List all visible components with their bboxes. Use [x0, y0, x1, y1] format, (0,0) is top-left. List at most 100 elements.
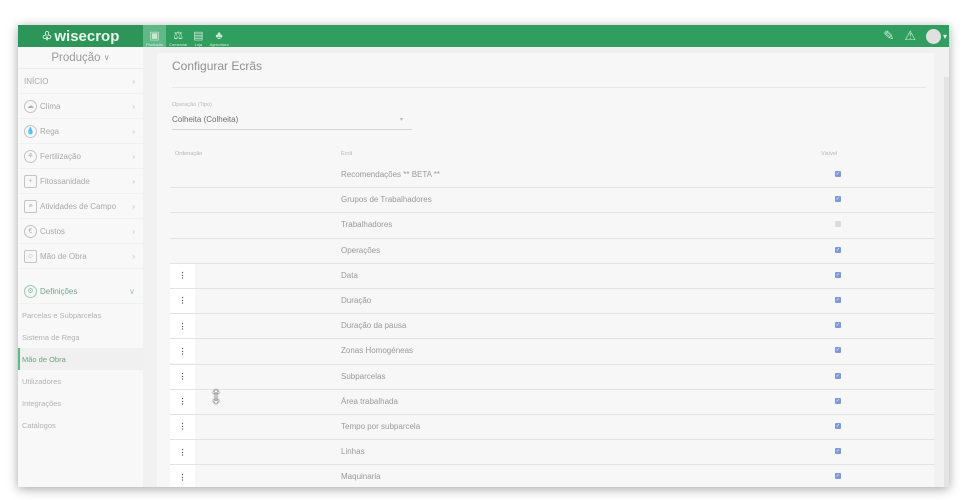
chevron-down-icon: ∨ — [129, 286, 135, 296]
divider — [172, 87, 926, 88]
sidebar-item-label: Rega — [40, 126, 60, 136]
screen-name: Duração da pausa — [341, 321, 407, 331]
sidebar-item-custos[interactable]: € Custos › — [18, 219, 143, 244]
visible-checkbox[interactable]: ✓ — [835, 372, 841, 379]
worker-icon: ☺ — [24, 249, 37, 263]
logo[interactable]: ♧ wisecrop — [18, 25, 143, 47]
sidebar-item-fitossanidade[interactable]: + Fitossanidade › — [18, 169, 143, 194]
table-row[interactable]: Operações ✓ — [170, 239, 935, 264]
sidebar-subitem-mao-de-obra[interactable]: Mão de Obra — [18, 348, 143, 370]
table-row[interactable]: ⋮ Duração ✓ — [170, 288, 935, 315]
caret-icon[interactable]: ▾ — [943, 32, 947, 41]
top-bar: ♧ wisecrop ▣ Produção ⚖ Comercial ▤ Loja… — [18, 25, 949, 47]
module-tab-commercial[interactable]: ⚖ Comercial — [166, 25, 190, 47]
select-underline — [172, 129, 412, 130]
chevron-right-icon: › — [132, 251, 135, 261]
screen-name: Recomendações ** BETA ** — [341, 170, 441, 179]
visible-checkbox[interactable] — [835, 221, 841, 228]
sidebar-item-clima[interactable]: ☁ Clima › — [18, 94, 143, 119]
caret-down-icon[interactable]: ▾ — [400, 116, 403, 123]
visible-checkbox[interactable]: ✓ — [835, 422, 841, 429]
visible-checkbox[interactable]: ✓ — [835, 347, 841, 354]
visible-checkbox[interactable]: ✓ — [835, 473, 841, 480]
sidebar-item-fertilizacao[interactable]: ⚘ Fertilização › — [18, 144, 143, 169]
edit-icon[interactable]: ✎ — [883, 28, 894, 44]
chevron-down-icon: ∨ — [103, 53, 110, 62]
sidebar-item-label: Fitossanidade — [40, 176, 90, 186]
drag-handle-icon[interactable]: ⋮ — [170, 465, 195, 487]
sidebar-subitem-label: Integrações — [22, 398, 62, 408]
visible-checkbox[interactable]: ✓ — [835, 322, 841, 329]
table-row[interactable]: ⋮ Área trabalhada ✓ — [170, 389, 935, 415]
gear-icon: ⚙ — [24, 284, 37, 298]
main-content: Configurar Ecrãs Operação (Tipo) Colheit… — [143, 47, 949, 487]
chevron-right-icon: › — [132, 226, 135, 236]
sidebar-item-label: Custos — [40, 226, 65, 236]
screen-name: Área trabalhada — [341, 396, 398, 406]
module-tab-production[interactable]: ▣ Produção — [143, 25, 167, 47]
chevron-right-icon: › — [132, 201, 135, 211]
sidebar-subitem-label: Catálogos — [22, 420, 56, 430]
sidebar-subitem-utilizadores[interactable]: Utilizadores — [18, 370, 143, 392]
module-tab-agriculture[interactable]: ♣ Agricultura — [207, 25, 232, 47]
table-row[interactable]: ⋮ Maquinaria ✓ — [170, 465, 935, 487]
chevron-right-icon: › — [132, 176, 135, 186]
sidebar-item-label: Atividades de Campo — [40, 201, 117, 211]
table-row[interactable]: ⋮ Subparcelas ✓ — [170, 364, 935, 390]
scrollbar[interactable] — [944, 77, 949, 487]
sidebar-item-label: Fertilização — [40, 151, 81, 161]
sidebar-item-rega[interactable]: 💧 Rega › — [18, 119, 143, 144]
table-row[interactable]: ⋮ Data ✓ — [170, 263, 935, 289]
operation-select[interactable]: Colheita (Colheita) — [172, 115, 238, 124]
drag-handle-icon[interactable]: ⋮ — [170, 414, 195, 439]
sidebar-subitem-integracoes[interactable]: Integrações — [18, 392, 143, 414]
drag-cursor-icon: ↕ — [210, 382, 222, 409]
agriculture-icon: ♣ — [215, 30, 223, 42]
module-tab-store[interactable]: ▤ Loja — [190, 25, 206, 47]
screen-name: Trabalhadores — [341, 220, 393, 230]
avatar[interactable] — [925, 28, 941, 44]
visible-checkbox[interactable]: ✓ — [835, 171, 841, 177]
sidebar-subitem-label: Sistema de Rega — [22, 332, 80, 342]
sidebar-subitem-sistema-rega[interactable]: Sistema de Rega — [18, 326, 143, 348]
table-row[interactable]: Trabalhadores — [170, 213, 935, 239]
drag-handle-icon[interactable]: ⋮ — [170, 440, 195, 465]
sidebar-item-label: Definições — [40, 286, 78, 296]
drag-handle-icon[interactable]: ⋮ — [170, 288, 195, 313]
table-row[interactable]: Recomendações ** BETA ** ✓ — [170, 163, 935, 189]
table-row[interactable]: ⋮ Duração da pausa ✓ — [170, 314, 935, 340]
screen-name: Tempo por subparcela — [341, 421, 421, 431]
sidebar-item-mao-de-obra[interactable]: ☺ Mão de Obra › — [18, 244, 143, 269]
top-right-tools: ✎ ⚠ ▾ — [883, 25, 949, 47]
visible-checkbox[interactable]: ✓ — [835, 246, 841, 253]
table-row[interactable]: ⋮ Linhas ✓ — [170, 440, 935, 466]
screen-name: Zonas Homogéneas — [341, 346, 414, 356]
drag-handle-icon[interactable]: ⋮ — [170, 389, 195, 414]
sidebar-item-atividades[interactable]: ≡ Atividades de Campo › — [18, 194, 143, 219]
visible-checkbox[interactable]: ✓ — [835, 448, 841, 455]
sidebar-subitem-label: Utilizadores — [22, 376, 62, 386]
drag-handle-icon[interactable]: ⋮ — [170, 314, 195, 339]
warning-icon[interactable]: ⚠ — [904, 28, 916, 44]
sidebar-item-definicoes[interactable]: ⚙ Definições ∨ — [18, 279, 143, 304]
chevron-right-icon: › — [132, 101, 135, 111]
screen-name: Maquinaria — [341, 472, 381, 482]
drag-handle-icon[interactable]: ⋮ — [170, 339, 195, 364]
visible-checkbox[interactable]: ✓ — [835, 196, 841, 203]
visible-checkbox[interactable]: ✓ — [835, 397, 841, 404]
chevron-right-icon: › — [132, 126, 135, 136]
visible-checkbox[interactable]: ✓ — [835, 296, 841, 303]
drag-handle-icon[interactable]: ⋮ — [170, 263, 195, 288]
table-row[interactable]: Grupos de Trabalhadores ✓ — [170, 188, 935, 214]
drag-handle-icon[interactable]: ⋮ — [170, 364, 195, 389]
logo-text: wisecrop — [54, 27, 120, 45]
visible-checkbox[interactable]: ✓ — [835, 271, 841, 278]
sidebar-item-inicio[interactable]: INÍCIO › — [18, 69, 143, 94]
store-icon: ▤ — [193, 30, 204, 42]
sidebar-header[interactable]: Produção ∨ — [18, 47, 143, 69]
sidebar-subitem-parcelas[interactable]: Parcelas e Subparcelas — [18, 304, 143, 326]
table-row[interactable]: ⋮ Zonas Homogéneas ✓ — [170, 339, 935, 365]
sidebar-subitem-catalogos[interactable]: Catálogos — [18, 414, 143, 436]
table-row[interactable]: ⋮ Tempo por subparcela ✓ — [170, 414, 935, 441]
sidebar-subitem-label: Parcelas e Subparcelas — [22, 310, 102, 320]
